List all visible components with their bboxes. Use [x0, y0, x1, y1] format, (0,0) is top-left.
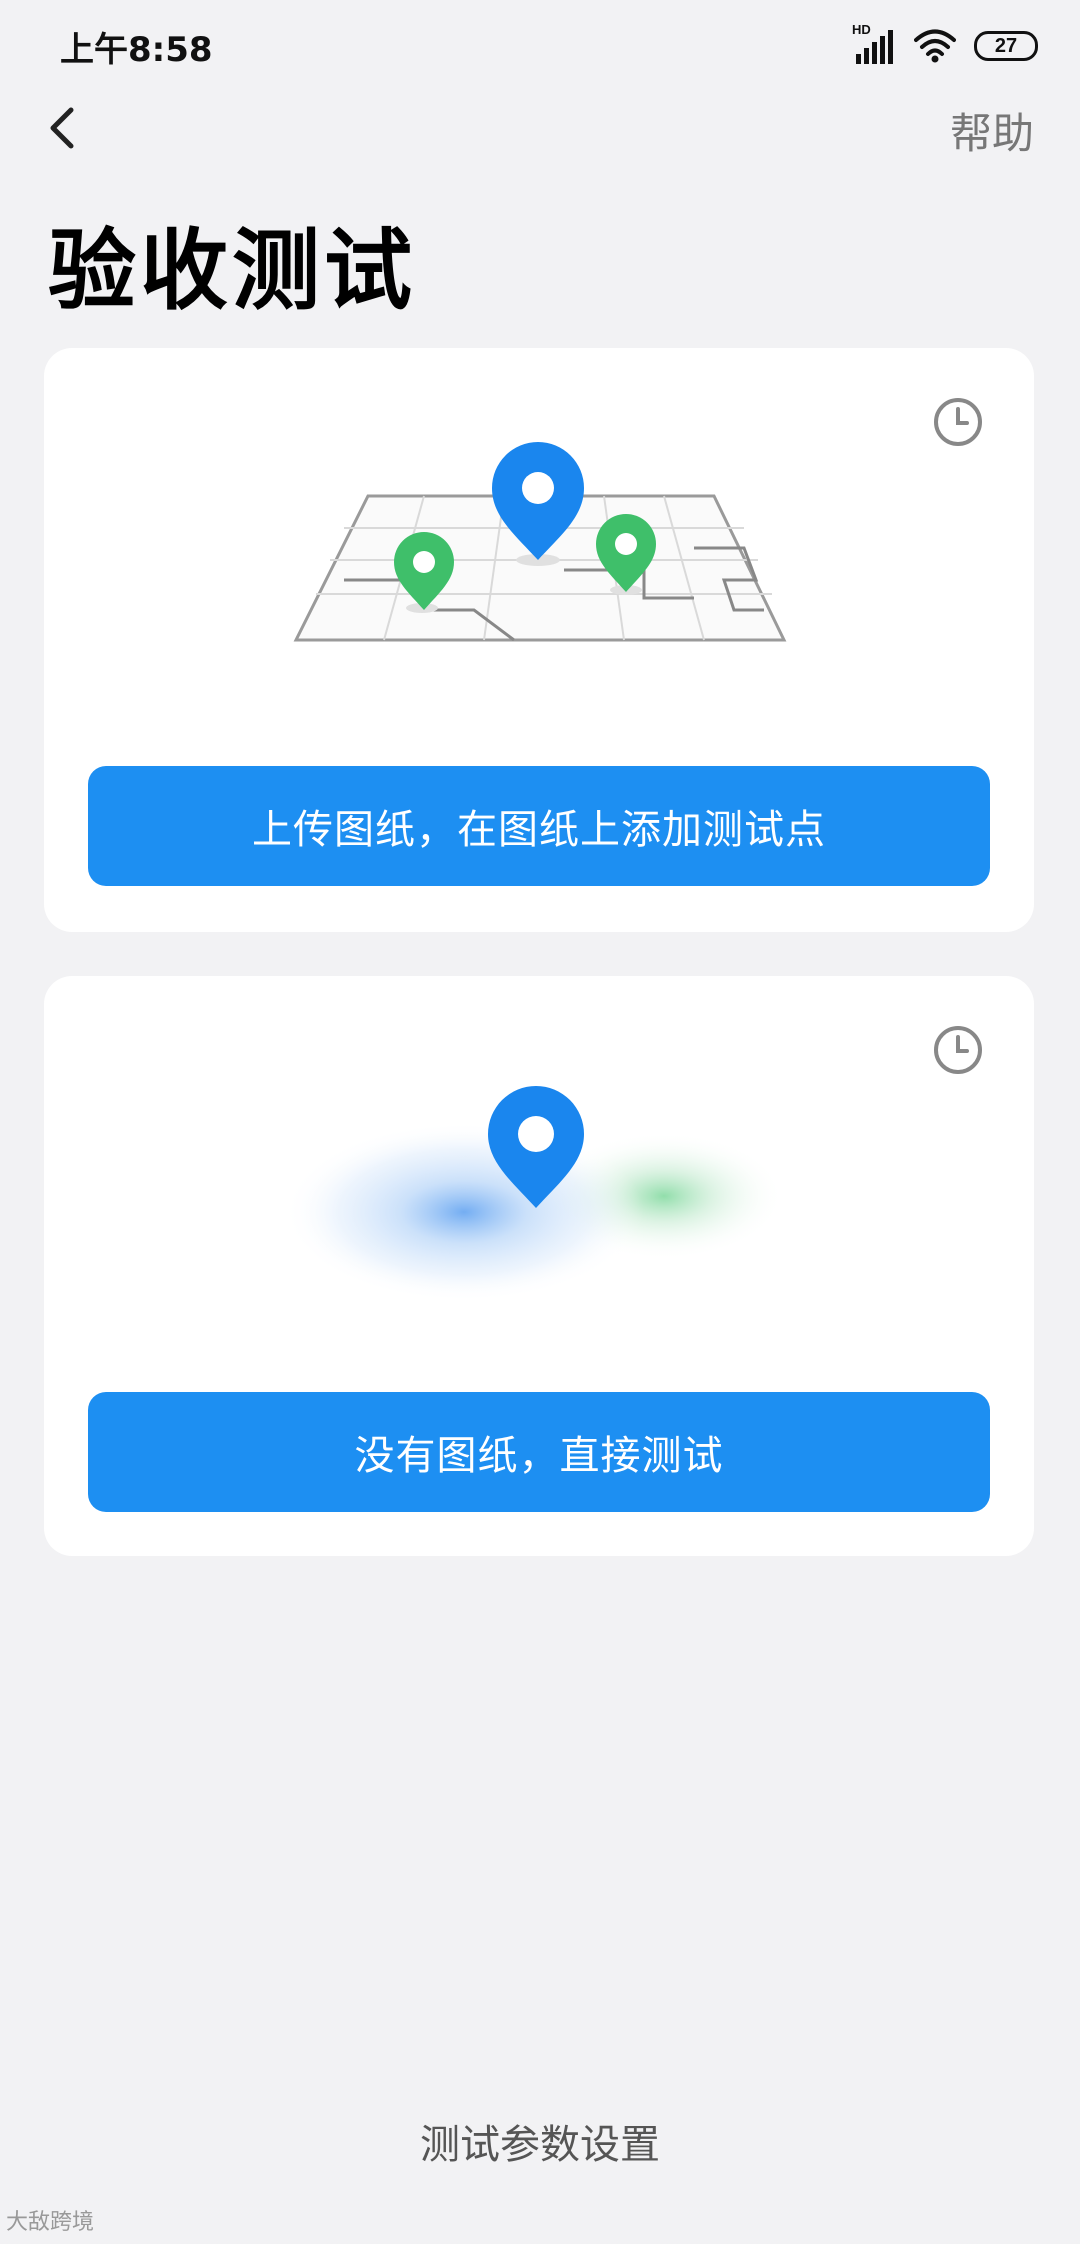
- direct-test-button[interactable]: 没有图纸，直接测试: [88, 1392, 990, 1512]
- watermark: 大敌跨境: [6, 2204, 94, 2236]
- chevron-left-icon: [50, 107, 74, 149]
- status-icons: HD 27: [852, 22, 1038, 68]
- wifi-icon: [914, 29, 956, 63]
- back-button[interactable]: [40, 98, 84, 158]
- signal-icon: HD: [852, 22, 896, 66]
- upload-drawing-card: 上传图纸，在图纸上添加测试点: [44, 348, 1034, 932]
- signal-heatmap-illustration: [284, 1086, 784, 1302]
- status-time: 上午8:58: [60, 30, 213, 70]
- battery-level: 27: [994, 34, 1018, 57]
- network-type-label: HD: [852, 22, 871, 37]
- page-title: 验收测试: [48, 219, 417, 322]
- battery-icon: 27: [974, 31, 1038, 61]
- help-link[interactable]: 帮助: [950, 100, 1034, 161]
- floor-plan-illustration: [293, 442, 787, 642]
- watermark-text: 大敌跨境: [6, 2210, 95, 2235]
- test-settings-link[interactable]: 测试参数设置: [0, 2112, 1080, 2170]
- direct-test-card: 没有图纸，直接测试: [44, 976, 1034, 1556]
- upload-drawing-button[interactable]: 上传图纸，在图纸上添加测试点: [88, 766, 990, 886]
- status-bar: 上午8:58 HD 27: [0, 0, 1080, 96]
